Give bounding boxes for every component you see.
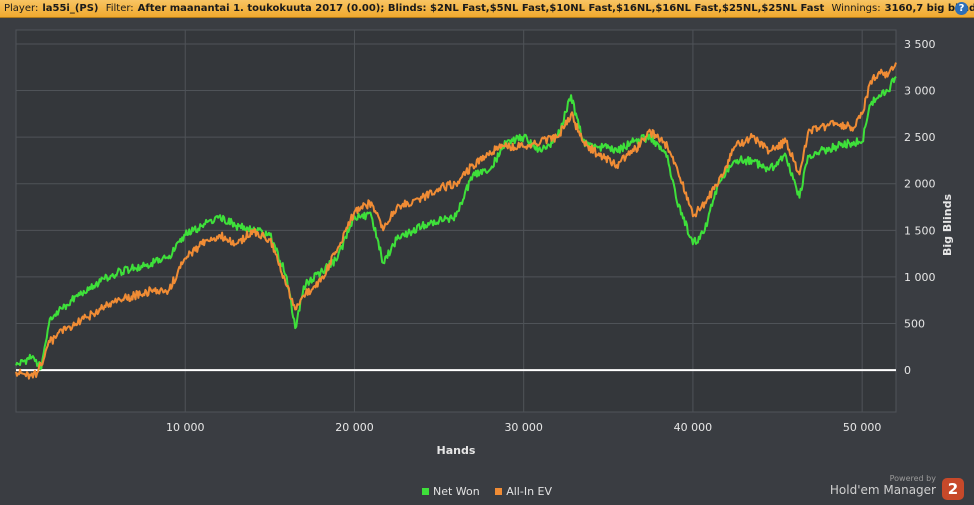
x-tick-label: 40 000 bbox=[674, 421, 713, 434]
legend-swatch-net-won bbox=[421, 488, 429, 495]
player-value: la55i_(PS) bbox=[42, 3, 99, 14]
legend-item-net-won[interactable]: Net Won bbox=[421, 485, 480, 498]
y-tick-label: 3 500 bbox=[904, 38, 936, 51]
x-axis-ticks: 10 000 20 000 30 000 40 000 50 000 bbox=[166, 421, 881, 434]
y-tick-label: 2 000 bbox=[904, 178, 936, 191]
hem-logo-icon: 2 bbox=[942, 478, 964, 500]
legend: Net Won All-In EV bbox=[0, 485, 974, 498]
x-tick-label: 50 000 bbox=[843, 421, 882, 434]
x-tick-label: 20 000 bbox=[335, 421, 374, 434]
legend-swatch-all-in-ev bbox=[495, 488, 503, 495]
x-tick-label: 10 000 bbox=[166, 421, 205, 434]
filter-label: Filter: bbox=[105, 3, 134, 14]
y-axis-ticks: 0 500 1 000 1 500 2 000 2 500 3 000 3 500 bbox=[904, 38, 936, 377]
y-tick-label: 2 500 bbox=[904, 131, 936, 144]
winnings-label: Winnings: bbox=[831, 3, 881, 14]
y-tick-label: 1 000 bbox=[904, 271, 936, 284]
y-tick-label: 500 bbox=[904, 317, 925, 330]
y-axis-label: Big Blinds bbox=[941, 194, 954, 256]
filter-bar: Player: la55i_(PS) Filter: After maanantai… bbox=[0, 0, 974, 18]
brand-name: Hold'em Manager bbox=[829, 483, 936, 497]
legend-item-all-in-ev[interactable]: All-In EV bbox=[495, 485, 552, 498]
x-axis-label: Hands bbox=[437, 444, 476, 457]
graph-chart: 10 000 20 000 30 000 40 000 50 000 0 500 1 000… bbox=[15, 29, 954, 457]
powered-by-text: Powered by bbox=[889, 474, 936, 483]
y-tick-label: 1 500 bbox=[904, 224, 936, 237]
brand: Powered by Hold'em Manager bbox=[830, 474, 936, 497]
y-tick-label: 3 000 bbox=[904, 85, 936, 98]
filter-value: After maanantai 1. toukokuuta 2017 (0.00… bbox=[137, 3, 825, 14]
player-label: Player: bbox=[4, 3, 39, 14]
plot-area bbox=[15, 29, 897, 413]
y-tick-label: 0 bbox=[904, 364, 911, 377]
legend-label-all-in-ev: All-In EV bbox=[506, 485, 553, 498]
x-tick-label: 30 000 bbox=[504, 421, 543, 434]
legend-label-net-won: Net Won bbox=[432, 485, 480, 498]
help-icon[interactable]: ? bbox=[955, 2, 968, 15]
